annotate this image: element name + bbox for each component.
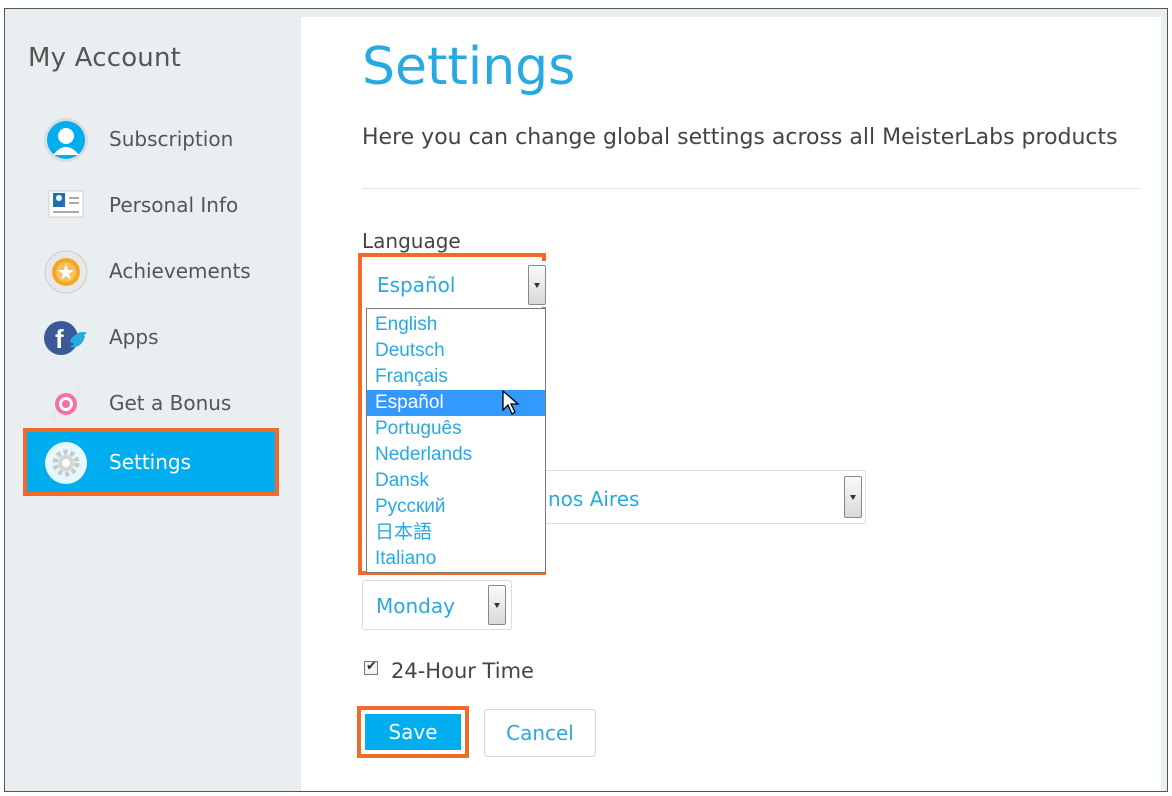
cancel-button[interactable]: Cancel	[484, 709, 596, 757]
divider	[362, 188, 1140, 189]
timezone-select-value: nos Aires	[548, 487, 640, 511]
sidebar-item-label: Subscription	[109, 127, 234, 151]
candy-icon	[49, 385, 83, 423]
id-card-icon	[48, 190, 84, 218]
language-option[interactable]: Français	[367, 364, 545, 390]
page-subtitle: Here you can change global settings acro…	[362, 125, 1118, 150]
sidebar: My Account Subscription Personal Info Ac…	[5, 9, 295, 791]
sidebar-item-achievements[interactable]: Achievements	[5, 239, 295, 301]
week-start-select-value: Monday	[376, 594, 455, 618]
time-format-checkbox[interactable]	[364, 658, 378, 675]
save-button[interactable]: Save	[365, 714, 461, 750]
language-select[interactable]: Español	[366, 261, 546, 307]
mouse-cursor-icon	[502, 390, 520, 415]
sidebar-item-label: Settings	[109, 450, 192, 474]
language-option[interactable]: Dansk	[367, 468, 545, 494]
time-format-label: 24-Hour Time	[391, 659, 534, 683]
page-title: Settings	[362, 37, 576, 97]
chevron-down-icon[interactable]	[844, 476, 862, 518]
sidebar-item-label: Personal Info	[109, 193, 239, 217]
language-highlight-box: Español English Deutsch Français Español…	[358, 253, 546, 575]
sidebar-item-apps[interactable]: f Apps	[5, 305, 295, 367]
gear-icon	[45, 442, 87, 484]
language-dropdown: English Deutsch Français Español Portugu…	[366, 308, 546, 573]
language-option[interactable]: Русский	[367, 494, 545, 520]
user-icon	[44, 118, 88, 162]
language-option[interactable]: Português	[367, 416, 545, 442]
facebook-twitter-icon: f	[44, 321, 87, 355]
language-option[interactable]: 日本語	[367, 520, 545, 546]
chevron-down-icon[interactable]	[528, 265, 546, 305]
svg-text:f: f	[55, 324, 64, 354]
language-option[interactable]: Nederlands	[367, 442, 545, 468]
sidebar-item-get-a-bonus[interactable]: Get a Bonus	[5, 371, 295, 433]
save-highlight-box: Save	[357, 706, 469, 758]
sidebar-title: My Account	[28, 43, 182, 73]
language-label: Language	[362, 229, 461, 253]
language-option[interactable]: Italiano	[367, 546, 545, 572]
sidebar-item-settings[interactable]: Settings	[23, 428, 279, 496]
sidebar-item-label: Achievements	[109, 259, 251, 283]
week-start-select[interactable]: Monday	[362, 580, 512, 630]
language-select-value: Español	[377, 273, 456, 297]
language-option[interactable]: Deutsch	[367, 338, 545, 364]
timezone-select[interactable]: nos Aires	[500, 470, 866, 524]
medal-icon	[44, 250, 88, 294]
sidebar-item-label: Get a Bonus	[109, 391, 232, 415]
chevron-down-icon[interactable]	[488, 585, 506, 625]
language-option-selected[interactable]: Español	[367, 390, 545, 416]
language-option[interactable]: English	[367, 312, 545, 338]
sidebar-item-label: Apps	[109, 325, 159, 349]
sidebar-item-personal-info[interactable]: Personal Info	[5, 173, 295, 235]
sidebar-item-subscription[interactable]: Subscription	[5, 107, 295, 169]
language-option-label: Español	[375, 392, 444, 413]
